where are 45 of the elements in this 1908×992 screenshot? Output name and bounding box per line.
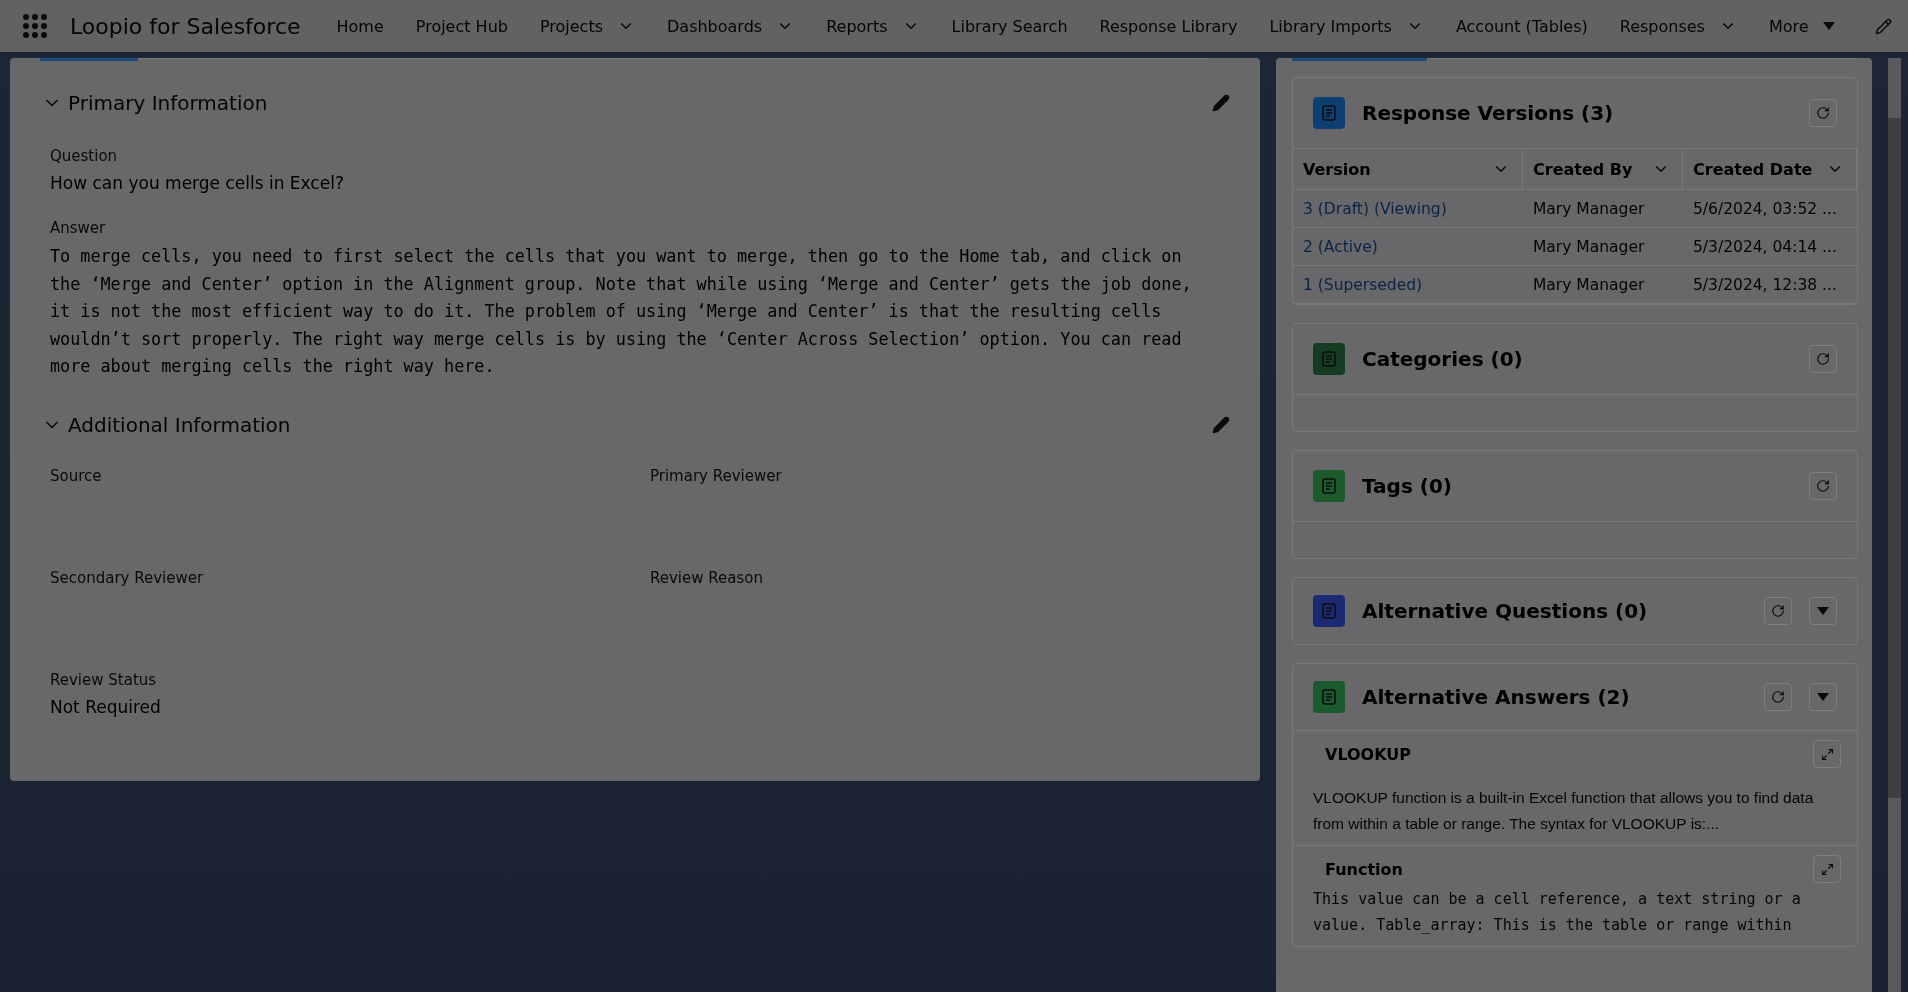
table-cell: 5/3/2024, 12:38 ...: [1683, 266, 1857, 304]
list-title: Alternative Questions (0): [1362, 599, 1649, 623]
table-cell: 5/3/2024, 04:14 ...: [1683, 228, 1857, 266]
list-title: Categories (0): [1362, 347, 1524, 371]
column-header[interactable]: Version: [1293, 149, 1523, 190]
answer-title: VLOOKUP: [1325, 744, 1412, 764]
field-label: Answer: [50, 219, 107, 237]
field-label: Primary Reviewer: [650, 466, 783, 485]
list-title: Response Versions (3): [1362, 101, 1615, 125]
column-header[interactable]: Created Date: [1683, 149, 1857, 190]
nav-tab[interactable]: Projects: [539, 16, 603, 36]
nav-tab[interactable]: Home: [336, 16, 384, 36]
table-cell: Mary Manager: [1523, 228, 1683, 266]
app-name: Loopio for Salesforce: [70, 13, 301, 39]
nav-tab[interactable]: Project Hub: [415, 16, 508, 36]
field-label: Source: [50, 466, 103, 485]
version-link[interactable]: 3 (Draft) (Viewing): [1293, 190, 1523, 228]
table-cell: 5/6/2024, 03:52 ...: [1683, 190, 1857, 228]
answer-text: VLOOKUP function is a built-in Excel function that allows you to find data from within a table or range. The syntax for VLOOKUP is:...: [1313, 788, 1815, 834]
answer-title: Function: [1325, 859, 1403, 879]
field-value: How can you merge cells in Excel?: [50, 172, 345, 195]
table-cell: Mary Manager: [1523, 266, 1683, 304]
field-value: To merge cells, you need to first select the cells that you want to merge, then go to the Home tab, and click on the ‘Merge and Center’ option in the Alignment group. Note that while using ‘Merge and Center’ gets the job done, it is not the most efficient way to do it. The problem of using ‘Merge and Center’ is that the resulting cells wouldn’t sort properly. The right way merge cells is by using the ‘Center Across Selection’ option. You can read more about merging cells the right way here.: [50, 245, 1193, 378]
nav-tab[interactable]: Library Search: [951, 16, 1068, 36]
field-label: Review Reason: [650, 568, 764, 587]
answer-text: This value can be a cell reference, a text string or a value. Table_array: This is the table or range within: [1313, 889, 1802, 936]
version-link[interactable]: 1 (Superseded): [1293, 266, 1523, 304]
column-header[interactable]: Created By: [1523, 149, 1683, 190]
field-label: Review Status: [50, 670, 158, 689]
nav-tab[interactable]: Library Imports: [1269, 16, 1392, 36]
more-menu[interactable]: More: [1768, 16, 1809, 36]
section-title[interactable]: Additional Information: [68, 412, 1212, 437]
field-value: Not Required: [50, 695, 162, 719]
nav-tab[interactable]: Account (Tables): [1455, 16, 1588, 36]
table-cell: Mary Manager: [1523, 190, 1683, 228]
version-link[interactable]: 2 (Active): [1293, 228, 1523, 266]
nav-tab[interactable]: Response Library: [1099, 16, 1238, 36]
nav-tab[interactable]: Dashboards: [667, 16, 763, 36]
list-title: Alternative Answers (2): [1362, 685, 1631, 709]
section-title[interactable]: Primary Information: [68, 91, 1212, 115]
field-label: Question: [50, 147, 119, 165]
nav-tab[interactable]: Reports: [826, 16, 888, 36]
field-label: Secondary Reviewer: [50, 568, 205, 587]
list-title: Tags (0): [1362, 474, 1453, 498]
nav-tab[interactable]: Responses: [1619, 16, 1705, 36]
